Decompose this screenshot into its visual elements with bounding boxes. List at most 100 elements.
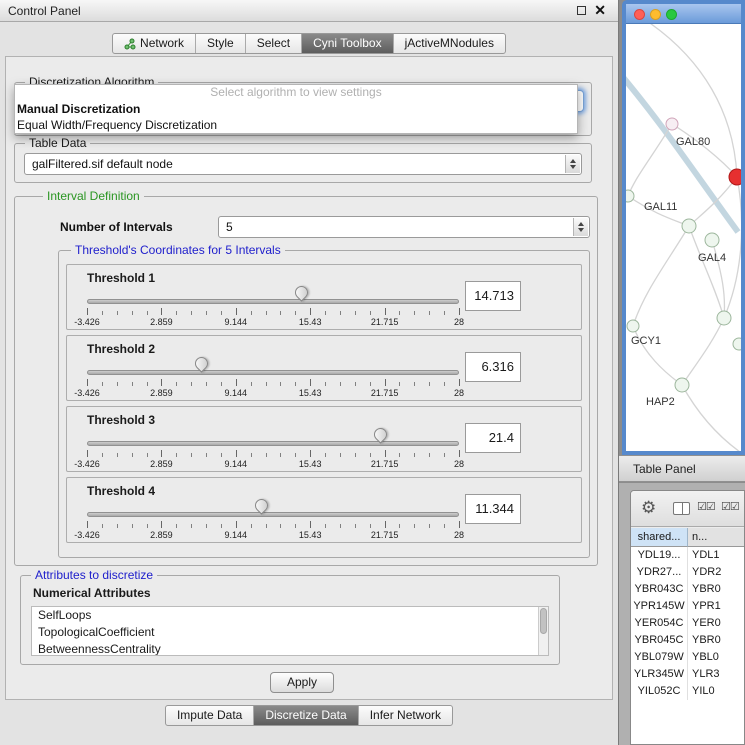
control-panel-titlebar: Control Panel ✕ xyxy=(0,0,618,22)
table-row[interactable]: YBL079WYBL0 xyxy=(631,649,744,666)
numerical-attributes-list[interactable]: SelfLoops TopologicalCoefficient Between… xyxy=(31,606,549,656)
tab-network[interactable]: Network xyxy=(113,34,195,53)
network-edge xyxy=(682,385,740,452)
dropdown-item-equal-width[interactable]: Equal Width/Frequency Discretization xyxy=(15,117,577,133)
network-node[interactable] xyxy=(666,118,678,130)
table-cell-shared-name[interactable]: YLR345W xyxy=(631,666,688,683)
column-header-shared-name[interactable]: shared... xyxy=(631,528,688,547)
network-node[interactable] xyxy=(705,233,719,247)
slider-track[interactable] xyxy=(87,370,459,375)
tab-infer-network-label: Infer Network xyxy=(370,706,441,725)
dropdown-item-manual-discretization[interactable]: Manual Discretization xyxy=(15,101,577,117)
threshold-1-slider[interactable]: -3.4262.8599.14415.4321.71528 xyxy=(87,291,459,329)
close-icon[interactable]: ✕ xyxy=(594,2,606,19)
network-window-titlebar[interactable] xyxy=(626,4,741,24)
table-body[interactable]: YDL19...YDL1YDR27...YDR2YBR043CYBR0YPR14… xyxy=(631,547,744,744)
list-scrollbar[interactable] xyxy=(538,607,548,655)
table-cell-shared-name[interactable]: YPR145W xyxy=(631,598,688,615)
table-row[interactable]: YDR27...YDR2 xyxy=(631,564,744,581)
threshold-1-value-field[interactable]: 14.713 xyxy=(465,281,521,311)
network-node[interactable] xyxy=(733,338,741,350)
threshold-1-label: Threshold 1 xyxy=(87,271,155,285)
apply-button[interactable]: Apply xyxy=(270,672,334,693)
table-row[interactable]: YBR045CYBR0 xyxy=(631,632,744,649)
slider-track[interactable] xyxy=(87,512,459,517)
columns-icon[interactable] xyxy=(673,502,690,515)
tab-cyni-toolbox[interactable]: Cyni Toolbox xyxy=(301,34,392,53)
slider-track[interactable] xyxy=(87,299,459,304)
scrollbar-thumb[interactable] xyxy=(540,608,547,634)
network-canvas[interactable]: GAL80GAL11GAL4GCY1HAP2 xyxy=(626,24,741,451)
threshold-1-panel: Threshold 1 -3.4262.8599.14415.4321.7152… xyxy=(66,264,582,330)
table-row[interactable]: YPR145WYPR1 xyxy=(631,598,744,615)
table-cell-name[interactable]: YDR2 xyxy=(688,564,744,581)
number-of-intervals-combobox[interactable]: 5 xyxy=(218,216,590,238)
network-node[interactable] xyxy=(717,311,731,325)
network-edge xyxy=(682,318,724,385)
table-cell-shared-name[interactable]: YIL052C xyxy=(631,683,688,700)
network-node[interactable] xyxy=(675,378,689,392)
list-item[interactable]: BetweennessCentrality xyxy=(32,641,548,656)
close-traffic-light-icon[interactable] xyxy=(634,9,645,20)
table-cell-shared-name[interactable]: YER054C xyxy=(631,615,688,632)
slider-ticks xyxy=(87,308,459,316)
table-data-combobox[interactable]: galFiltered.sif default node xyxy=(24,153,582,175)
select-all-columns-icon[interactable]: ☑☑ xyxy=(721,500,739,513)
threshold-4-value-field[interactable]: 11.344 xyxy=(465,494,521,524)
table-row[interactable]: YBR043CYBR0 xyxy=(631,581,744,598)
threshold-3-slider[interactable]: -3.4262.8599.14415.4321.71528 xyxy=(87,433,459,471)
network-edge xyxy=(633,226,689,326)
number-of-intervals-value: 5 xyxy=(226,220,233,234)
table-cell-shared-name[interactable]: YDR27... xyxy=(631,564,688,581)
table-cell-shared-name[interactable]: YBR045C xyxy=(631,632,688,649)
table-data-value: galFiltered.sif default node xyxy=(32,157,173,171)
table-cell-shared-name[interactable]: YBR043C xyxy=(631,581,688,598)
dropdown-placeholder-item[interactable]: Select algorithm to view settings xyxy=(15,85,577,101)
threshold-3-value-field[interactable]: 21.4 xyxy=(465,423,521,453)
combo-stepper-icon[interactable] xyxy=(565,155,580,173)
threshold-coordinates-legend: Threshold's Coordinates for 5 Intervals xyxy=(71,243,285,257)
tab-infer-network[interactable]: Infer Network xyxy=(358,706,452,725)
table-panel-title: Table Panel xyxy=(633,462,696,476)
combo-stepper-icon[interactable] xyxy=(573,218,588,236)
table-row[interactable]: YIL052CYIL0 xyxy=(631,683,744,700)
table-cell-shared-name[interactable]: YBL079W xyxy=(631,649,688,666)
threshold-4-slider[interactable]: -3.4262.8599.14415.4321.71528 xyxy=(87,504,459,542)
zoom-traffic-light-icon[interactable] xyxy=(666,9,677,20)
column-header-name[interactable]: n... xyxy=(688,528,744,547)
table-cell-name[interactable]: YBR0 xyxy=(688,632,744,649)
threshold-2-slider[interactable]: -3.4262.8599.14415.4321.71528 xyxy=(87,362,459,400)
threshold-2-value-field[interactable]: 6.316 xyxy=(465,352,521,382)
network-canvas-svg[interactable]: GAL80GAL11GAL4GCY1HAP2 xyxy=(626,24,741,454)
tab-style[interactable]: Style xyxy=(195,34,245,53)
tab-jactivemnodules[interactable]: jActiveMNodules xyxy=(393,34,505,53)
table-cell-name[interactable]: YPR1 xyxy=(688,598,744,615)
network-node[interactable] xyxy=(729,169,741,185)
table-row[interactable]: YLR345WYLR3 xyxy=(631,666,744,683)
table-cell-name[interactable]: YBR0 xyxy=(688,581,744,598)
minimize-traffic-light-icon[interactable] xyxy=(650,9,661,20)
bottom-tab-strip: Impute Data Discretize Data Infer Networ… xyxy=(0,705,618,726)
list-item[interactable]: SelfLoops xyxy=(32,607,548,624)
tab-discretize-data[interactable]: Discretize Data xyxy=(253,706,357,725)
select-columns-icon[interactable]: ☑☑ xyxy=(697,500,715,513)
list-item[interactable]: TopologicalCoefficient xyxy=(32,624,548,641)
table-row[interactable]: YER054CYER0 xyxy=(631,615,744,632)
tab-impute-data[interactable]: Impute Data xyxy=(166,706,253,725)
network-node[interactable] xyxy=(626,190,634,202)
slider-track[interactable] xyxy=(87,441,459,446)
table-row[interactable]: YDL19...YDL1 xyxy=(631,547,744,564)
table-cell-name[interactable]: YDL1 xyxy=(688,547,744,564)
table-cell-name[interactable]: YLR3 xyxy=(688,666,744,683)
gear-icon[interactable]: ⚙ xyxy=(641,498,656,518)
network-node[interactable] xyxy=(682,219,696,233)
network-node[interactable] xyxy=(627,320,639,332)
float-window-icon[interactable] xyxy=(577,6,586,15)
table-cell-name[interactable]: YIL0 xyxy=(688,683,744,700)
tab-select[interactable]: Select xyxy=(245,34,301,53)
table-cell-shared-name[interactable]: YDL19... xyxy=(631,547,688,564)
table-cell-name[interactable]: YBL0 xyxy=(688,649,744,666)
table-cell-name[interactable]: YER0 xyxy=(688,615,744,632)
table-panel-header: Table Panel xyxy=(619,455,745,482)
network-node-label: GAL4 xyxy=(698,252,726,264)
